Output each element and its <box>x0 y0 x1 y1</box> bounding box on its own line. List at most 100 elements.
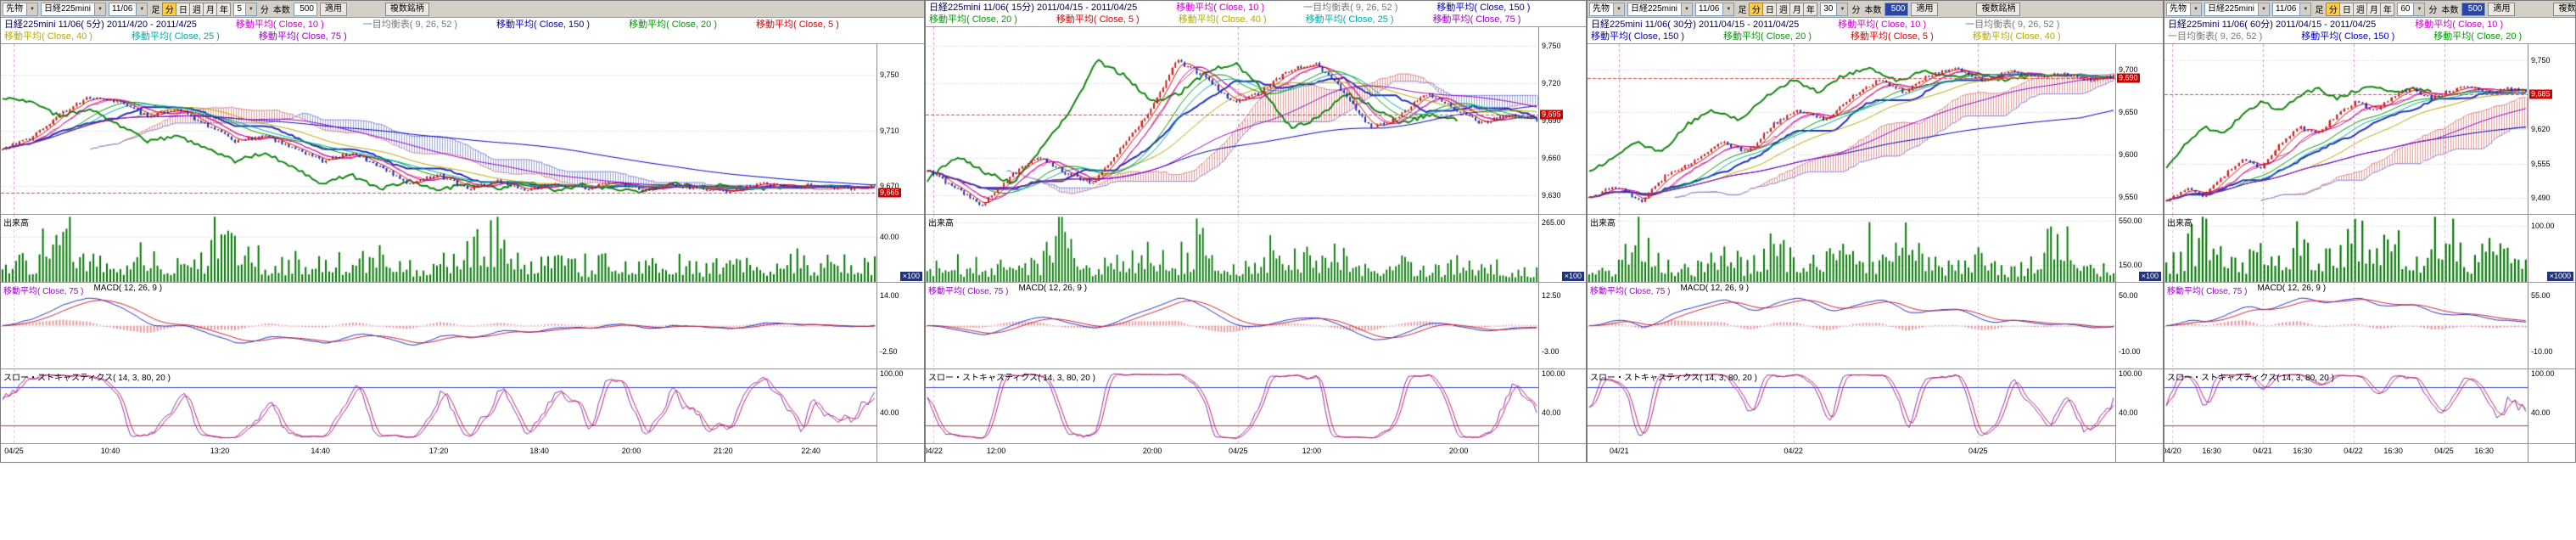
bar-count-input[interactable]: 500 <box>294 3 317 16</box>
price-axis-label: 9,630 <box>1542 191 1561 200</box>
macd-chart-section-axis: 12.50-3.00 <box>1538 283 1586 368</box>
bar-count-label: 本数 <box>273 3 290 15</box>
macd-section-label-row: 移動平均( Close, 75 )MACD( 12, 26, 9 ) <box>1590 284 1749 296</box>
volume-chart-canvas[interactable] <box>1588 215 2115 282</box>
macd-chart-section-axis: 55.00-10.00 <box>2528 283 2575 368</box>
contract-month-select[interactable]: 11/06▼ <box>2272 3 2311 16</box>
indicator-label: 移動平均( Close, 10 ) <box>236 19 324 31</box>
price-chart-canvas[interactable] <box>2164 44 2528 214</box>
indicator-label: 移動平均( Close, 10 ) <box>2415 19 2503 31</box>
time-axis-label: 04/21 <box>2253 447 2272 455</box>
volume-unit-badge: ×100 <box>900 272 922 281</box>
price-axis-label: 9,750 <box>2531 56 2551 65</box>
period-button-week[interactable]: 週 <box>1776 3 1790 16</box>
apply-button[interactable]: 適用 <box>2488 3 2515 16</box>
interval-select[interactable]: 5▼ <box>233 3 257 16</box>
symbol-select[interactable]: 日経225mini▼ <box>2204 3 2270 16</box>
price-chart-canvas[interactable] <box>1 44 876 214</box>
apply-button[interactable]: 適用 <box>1911 3 1938 16</box>
macd-axis-label: 55.00 <box>2531 291 2551 300</box>
price-chart-section-axis: 9,7009,6509,6009,5509,690 <box>2115 44 2163 214</box>
period-button-day[interactable]: 日 <box>1762 3 1777 16</box>
stochastics-section-label-row: スロー・ストキャスティクス( 14, 3, 80, 20 ) <box>928 370 1095 383</box>
period-button-year[interactable]: 年 <box>1803 3 1817 16</box>
period-button-month[interactable]: 月 <box>203 3 217 16</box>
symbol-select-value: 日経225mini <box>44 3 94 15</box>
period-button-year[interactable]: 年 <box>2380 3 2394 16</box>
macd-chart-section-plot: 移動平均( Close, 75 )MACD( 12, 26, 9 ) <box>926 283 1538 368</box>
period-button-year[interactable]: 年 <box>216 3 231 16</box>
volume-unit-badge: ×1000 <box>2547 272 2573 281</box>
period-button-month[interactable]: 月 <box>2366 3 2381 16</box>
price-chart-canvas[interactable] <box>926 27 1538 214</box>
interval-select-value: 60 <box>2400 3 2413 15</box>
macd-axis-label: -10.00 <box>2119 347 2141 356</box>
volume-chart-section-axis: 550.00150.00×100 <box>2115 215 2163 282</box>
multi-symbol-button[interactable]: 複数銘柄 <box>2553 3 2575 16</box>
indicator-label: 移動平均( Close, 150 ) <box>496 19 590 31</box>
macd-ma-label: 移動平均( Close, 75 ) <box>2167 284 2247 296</box>
period-button-min[interactable]: 分 <box>1749 3 1763 16</box>
period-button-month[interactable]: 月 <box>1789 3 1804 16</box>
price-axis-label: 9,490 <box>2531 194 2551 202</box>
chart-window-3: 先物▼日経225mini▼11/06▼足分日週月年30▼分本数500適用複数銘柄… <box>1587 0 2164 463</box>
time-axis-label: 17:20 <box>429 447 449 455</box>
price-chart-section: 9,7509,6859,6209,5559,4909,685 <box>2164 43 2575 214</box>
current-price-badge: 9,665 <box>878 188 901 198</box>
period-button-day[interactable]: 日 <box>176 3 190 16</box>
price-chart-canvas[interactable] <box>1588 44 2115 214</box>
chart-toolbar: 先物▼日経225mini▼11/06▼足分日週月年30▼分本数500適用複数銘柄 <box>1588 1 2163 18</box>
time-axis-label: 20:00 <box>1449 447 1469 455</box>
bar-count-label: 本数 <box>2441 3 2458 15</box>
indicator-label: 移動平均( Close, 10 ) <box>1176 2 1264 14</box>
chart-title: 日経225mini 11/06( 15分) 2011/04/15 - 2011/… <box>929 2 1137 14</box>
instrument-type-select[interactable]: 先物▼ <box>2166 3 2202 16</box>
price-axis-label: 9,555 <box>2531 160 2551 168</box>
contract-month-select[interactable]: 11/06▼ <box>1695 3 1734 16</box>
period-button-week[interactable]: 週 <box>189 3 204 16</box>
period-button-min[interactable]: 分 <box>162 3 176 16</box>
volume-chart-canvas[interactable] <box>926 215 1538 282</box>
macd-axis-label: -3.00 <box>1542 347 1560 356</box>
interval-select[interactable]: 60▼ <box>2397 3 2425 16</box>
bar-type-label: 足 <box>151 3 160 15</box>
price-axis-label: 9,600 <box>2119 150 2138 159</box>
bar-count-input[interactable]: 500 <box>2461 3 2485 16</box>
bar-count-input[interactable]: 500 <box>1884 3 1908 16</box>
period-button-week[interactable]: 週 <box>2353 3 2367 16</box>
instrument-type-select[interactable]: 先物▼ <box>1589 3 1625 16</box>
volume-chart-section-plot: 出来高 <box>926 215 1538 282</box>
stoch-axis-label: 40.00 <box>880 408 899 417</box>
symbol-select[interactable]: 日経225mini▼ <box>41 3 106 16</box>
volume-chart-section: 出来高265.00×100 <box>926 214 1586 282</box>
chevron-down-icon: ▼ <box>2299 3 2310 15</box>
period-button-day[interactable]: 日 <box>2339 3 2354 16</box>
contract-month-select-value: 11/06 <box>112 3 136 15</box>
period-button-min[interactable]: 分 <box>2326 3 2340 16</box>
macd-section-label: MACD( 12, 26, 9 ) <box>1018 284 1087 296</box>
time-axis-label: 10:40 <box>101 447 120 455</box>
time-axis-label: 21:20 <box>714 447 733 455</box>
time-axis-label: 16:30 <box>2202 447 2221 455</box>
contract-month-select[interactable]: 11/06▼ <box>109 3 148 16</box>
indicator-label: 一目均衡表( 9, 26, 52 ) <box>363 19 457 31</box>
multi-symbol-button[interactable]: 複数銘柄 <box>385 3 429 16</box>
stoch-axis-label: 100.00 <box>1542 369 1565 378</box>
instrument-type-select[interactable]: 先物▼ <box>3 3 38 16</box>
stochastics-section-label: スロー・ストキャスティクス( 14, 3, 80, 20 ) <box>3 370 171 383</box>
price-axis-label: 9,550 <box>2119 193 2138 201</box>
macd-ma-label: 移動平均( Close, 75 ) <box>3 284 83 296</box>
time-axis: 04/2510:4013:2014:4017:2018:4020:0021:20… <box>1 444 876 462</box>
period-segment: 分日週月年 <box>1750 3 1817 16</box>
symbol-select[interactable]: 日経225mini▼ <box>1627 3 1693 16</box>
interval-select[interactable]: 30▼ <box>1820 3 1848 16</box>
multi-symbol-button[interactable]: 複数銘柄 <box>1976 3 2020 16</box>
apply-button[interactable]: 適用 <box>320 3 347 16</box>
chart-window-1: 先物▼日経225mini▼11/06▼足分日週月年5▼分本数500適用複数銘柄日… <box>0 0 925 463</box>
volume-chart-canvas[interactable] <box>2164 215 2528 282</box>
price-chart-section: 9,7009,6509,6009,5509,690 <box>1588 43 2163 214</box>
volume-chart-section: 出来高550.00150.00×100 <box>1588 214 2163 282</box>
volume-chart-canvas[interactable] <box>1 215 876 282</box>
chevron-down-icon: ▼ <box>2258 3 2269 15</box>
volume-unit-badge: ×100 <box>1562 272 1584 281</box>
